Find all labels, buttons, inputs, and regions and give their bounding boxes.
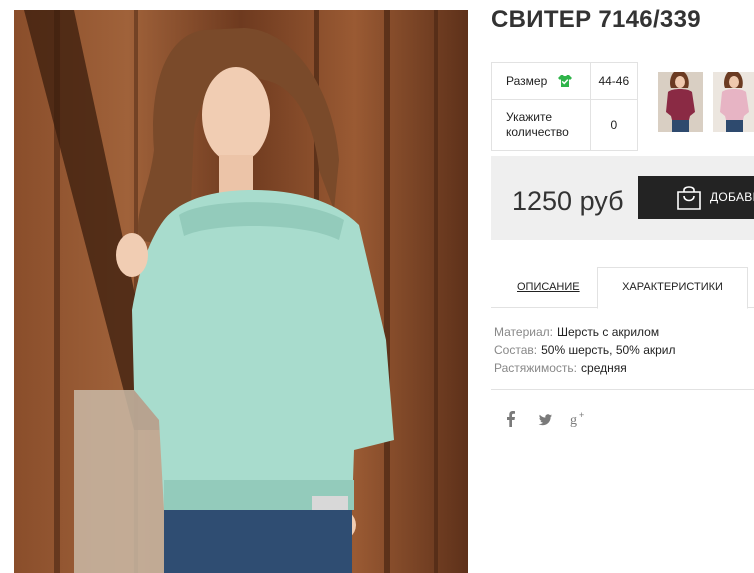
spec-value: средняя: [581, 361, 627, 375]
size-label-cell: Размер: [491, 62, 591, 100]
product-options-table: Размер 44-46 Укажите количество 0: [491, 62, 639, 151]
quantity-label-line1: Укажите: [506, 110, 553, 124]
tab-characteristics-label: ХАРАКТЕРИСТИКИ: [622, 281, 723, 293]
product-tabs: ОПИСАНИЕ ХАРАКТЕРИСТИКИ: [491, 267, 754, 309]
characteristics-list: Материал: Шерсть с акрилом Состав: 50% шер…: [494, 323, 676, 377]
facebook-icon[interactable]: [506, 409, 516, 429]
tab-characteristics[interactable]: ХАРАКТЕРИСТИКИ: [597, 267, 748, 309]
spec-key: Растяжимость:: [494, 361, 578, 375]
spec-value: 50% шерсть, 50% акрил: [541, 343, 676, 357]
spec-key: Состав:: [494, 343, 538, 357]
size-value[interactable]: 44-46: [589, 62, 639, 100]
spec-row: Растяжимость: средняя: [494, 359, 676, 377]
spec-row: Состав: 50% шерсть, 50% акрил: [494, 341, 676, 359]
product-main-image[interactable]: [14, 10, 468, 573]
google-plus-icon[interactable]: g +: [570, 409, 588, 429]
spec-key: Материал:: [494, 325, 553, 339]
product-title: СВИТЕР 7146/339: [491, 6, 701, 33]
size-label: Размер: [506, 73, 548, 88]
shopping-bag-icon: [677, 186, 701, 210]
size-chart-icon[interactable]: [557, 74, 573, 88]
quantity-input[interactable]: 0: [589, 99, 639, 151]
tab-description[interactable]: ОПИСАНИЕ: [517, 267, 580, 308]
add-to-cart-button[interactable]: ДОБАВИТЬ: [638, 176, 754, 219]
product-price: 1250 руб: [512, 186, 624, 216]
product-thumbnail-1[interactable]: [658, 72, 703, 132]
svg-text:+: +: [579, 410, 584, 420]
spec-row: Материал: Шерсть с акрилом: [494, 323, 676, 341]
twitter-icon[interactable]: [537, 409, 553, 429]
svg-text:g: g: [570, 413, 577, 428]
product-thumbnail-2[interactable]: [713, 72, 754, 132]
add-to-cart-label: ДОБАВИТЬ: [710, 190, 754, 204]
section-divider: [491, 389, 754, 390]
price-panel: 1250 руб ДОБАВИТЬ: [491, 156, 754, 240]
tab-description-label: ОПИСАНИЕ: [517, 281, 580, 293]
quantity-label-cell: Укажите количество: [491, 99, 591, 151]
quantity-label-line2: количество: [506, 125, 569, 139]
spec-value: Шерсть с акрилом: [556, 325, 660, 339]
